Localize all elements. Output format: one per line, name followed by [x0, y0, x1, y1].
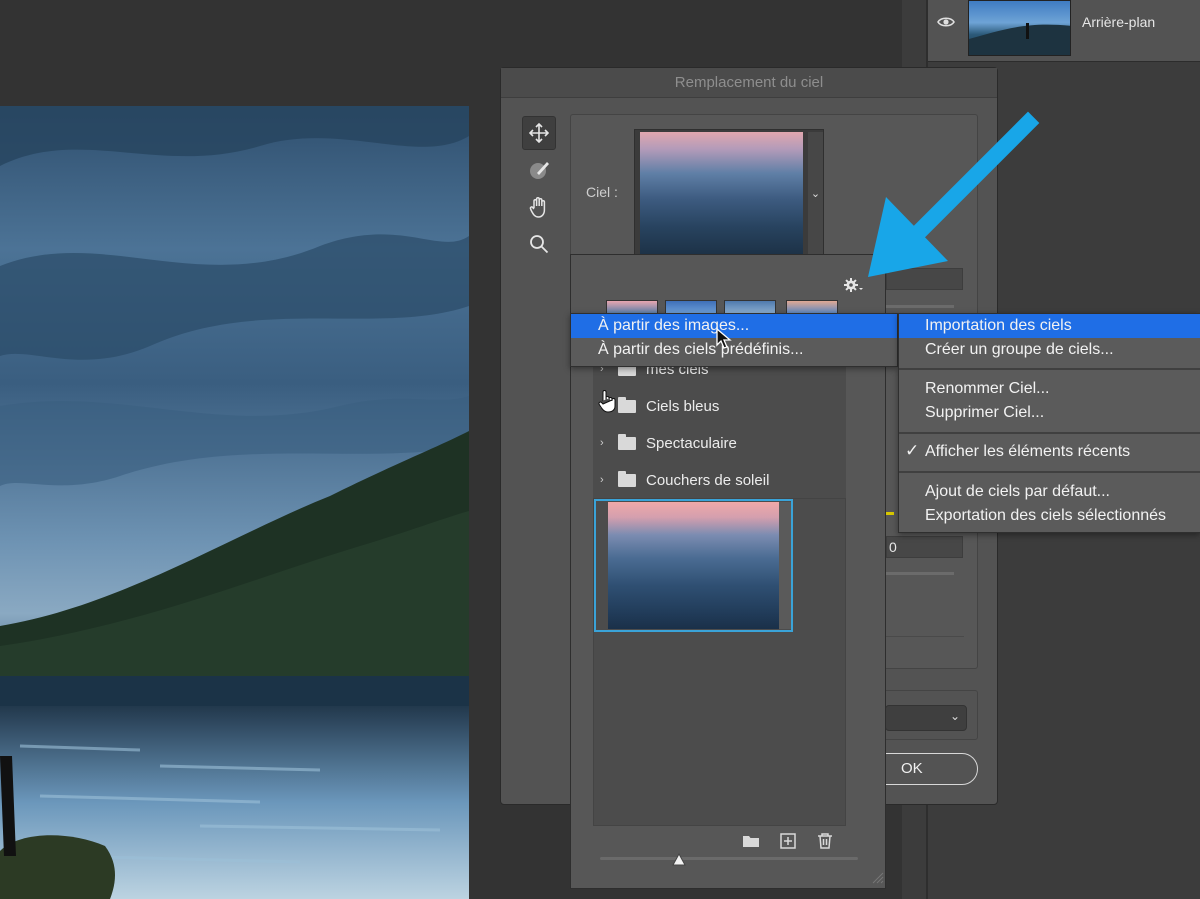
menu-separator — [899, 471, 1200, 473]
menu-item-show-recent[interactable]: Afficher les éléments récents — [899, 440, 1200, 464]
checkmark-icon: ✓ — [905, 441, 920, 460]
menu-item-from-presets[interactable]: À partir des ciels prédéfinis... — [571, 338, 897, 362]
recent-sky-thumb[interactable] — [786, 300, 838, 314]
folder-name: Ciels bleus — [646, 397, 720, 415]
layer-thumbnail[interactable] — [968, 0, 1071, 56]
hand-cursor-icon — [597, 389, 619, 413]
move-tool-icon[interactable] — [522, 116, 556, 150]
sky-brush-icon[interactable] — [522, 153, 556, 187]
hand-tool-icon[interactable] — [522, 190, 556, 224]
folder-row[interactable]: › Couchers de soleil — [600, 462, 769, 498]
menu-item-import-skies[interactable]: Importation des ciels — [899, 314, 1200, 338]
folder-icon — [618, 470, 636, 487]
menu-item-export-selected[interactable]: Exportation des ciels sélectionnés — [899, 504, 1200, 528]
slider-thumb[interactable] — [672, 852, 686, 867]
recent-skies-strip — [600, 300, 850, 314]
color-indicator — [886, 512, 894, 515]
resize-grip-icon[interactable] — [870, 870, 884, 884]
new-folder-icon[interactable] — [742, 832, 760, 850]
recent-sky-thumb[interactable] — [606, 300, 658, 314]
slider-track[interactable] — [886, 305, 954, 308]
sky-preview-image[interactable] — [640, 132, 803, 254]
slider-track[interactable] — [886, 572, 954, 575]
divider — [886, 636, 964, 637]
folder-icon — [618, 396, 636, 413]
folder-icon — [618, 433, 636, 450]
mouse-cursor-icon — [716, 327, 732, 350]
menu-item-from-images[interactable]: À partir des images... — [571, 314, 897, 338]
menu-separator — [899, 432, 1200, 434]
menu-item-add-default-skies[interactable]: Ajout de ciels par défaut... — [899, 480, 1200, 504]
layer-name: Arrière-plan — [1082, 14, 1156, 30]
menu-item-delete-sky[interactable]: Supprimer Ciel... — [899, 401, 1200, 425]
value-field[interactable] — [886, 536, 963, 558]
folder-name: Spectaculaire — [646, 434, 737, 452]
annotation-arrow-icon — [860, 105, 1040, 285]
chevron-right-icon: › — [600, 437, 604, 449]
selected-sky-image[interactable] — [608, 502, 779, 629]
recent-sky-thumb[interactable] — [724, 300, 776, 314]
canvas-image[interactable] — [0, 106, 469, 899]
chevron-down-icon[interactable]: ⌄ — [808, 132, 823, 254]
field-value: 0 — [889, 539, 897, 555]
sky-label: Ciel : — [586, 184, 618, 200]
thumb-edge — [779, 502, 791, 629]
recent-sky-thumb[interactable] — [665, 300, 717, 314]
trash-icon[interactable] — [816, 832, 834, 850]
menu-separator — [899, 368, 1200, 370]
chevron-right-icon: › — [600, 474, 604, 486]
menu-item-rename-sky[interactable]: Renommer Ciel... — [899, 377, 1200, 401]
thumbnail-size-slider[interactable] — [600, 857, 858, 860]
chevron-down-icon: ⌄ — [950, 709, 961, 723]
add-icon[interactable] — [779, 832, 797, 850]
eye-icon[interactable] — [936, 12, 956, 32]
menu-item-create-group[interactable]: Créer un groupe de ciels... — [899, 338, 1200, 362]
dialog-title: Remplacement du ciel — [501, 68, 997, 98]
folder-name: Couchers de soleil — [646, 471, 770, 489]
folder-row[interactable]: › Spectaculaire — [600, 425, 737, 461]
zoom-tool-icon[interactable] — [522, 227, 556, 261]
